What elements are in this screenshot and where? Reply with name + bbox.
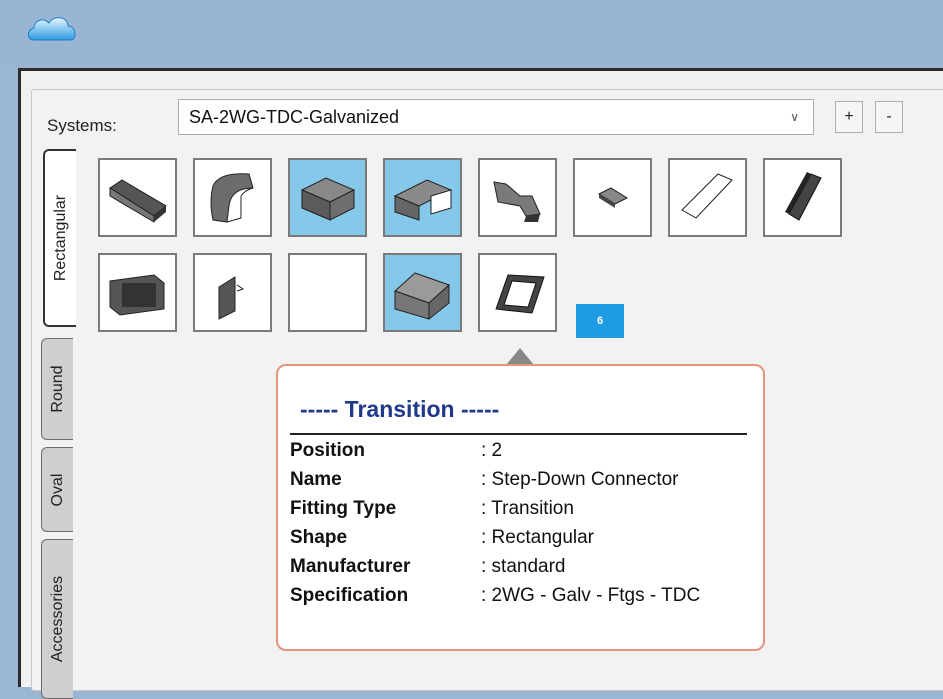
part-tooltip: ----- Transition ----- Position: 2 Name:…	[276, 364, 765, 651]
step-badge: 6	[576, 304, 624, 338]
part-tile-damper[interactable]	[763, 158, 842, 237]
systems-selected-value: SA-2WG-TDC-Galvanized	[189, 107, 400, 127]
chevron-down-icon: ∨	[790, 110, 799, 124]
part-tile-frame[interactable]	[478, 253, 557, 332]
part-tile-cap[interactable]	[573, 158, 652, 237]
part-tile-plate[interactable]	[193, 253, 272, 332]
panel-icon	[681, 173, 733, 219]
systems-dropdown[interactable]: SA-2WG-TDC-Galvanized ∨	[178, 99, 814, 135]
tab-rectangular[interactable]: Rectangular	[43, 149, 76, 327]
grille-icon	[109, 274, 165, 316]
add-system-button[interactable]: +	[835, 101, 863, 133]
systems-label: Systems:	[47, 116, 117, 135]
cloud-icon	[27, 17, 76, 41]
tooltip-pointer	[506, 348, 534, 365]
part-tile-transition[interactable]	[383, 158, 462, 237]
part-tile-tee[interactable]	[288, 158, 367, 237]
tee-icon	[300, 177, 356, 221]
part-tile-blank[interactable]	[288, 253, 367, 332]
tab-oval[interactable]: Oval	[41, 447, 73, 532]
offset-icon	[493, 181, 541, 222]
frame-icon	[495, 274, 545, 314]
part-tile-straight-duct[interactable]	[98, 158, 177, 237]
tooltip-title: ----- Transition -----	[300, 396, 500, 422]
part-tile-box[interactable]	[383, 253, 462, 332]
part-tile-offset[interactable]	[478, 158, 557, 237]
remove-system-button[interactable]: -	[875, 101, 903, 133]
title-bar	[0, 0, 943, 68]
part-tile-elbow[interactable]	[193, 158, 272, 237]
part-tile-panel[interactable]	[668, 158, 747, 237]
damper-icon	[785, 172, 822, 221]
transition-icon	[393, 179, 453, 221]
plate-icon	[218, 276, 245, 320]
elbow-icon	[210, 173, 254, 223]
tab-round[interactable]: Round	[41, 338, 73, 440]
straight-duct-icon	[109, 179, 167, 223]
blank-icon	[296, 261, 359, 324]
cap-icon	[597, 187, 629, 208]
box-icon	[394, 272, 450, 321]
tooltip-divider	[290, 433, 747, 435]
tab-accessories[interactable]: Accessories	[41, 539, 73, 699]
part-tile-grille[interactable]	[98, 253, 177, 332]
